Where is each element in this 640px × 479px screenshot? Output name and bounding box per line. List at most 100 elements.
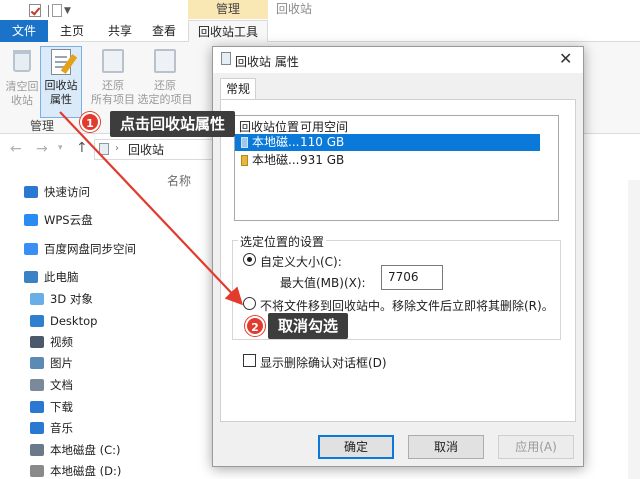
empty-bin-icon — [9, 50, 35, 78]
column-header-free-space[interactable]: 可用空间 — [300, 118, 348, 135]
nav-item-label: 百度网盘同步空间 — [44, 242, 136, 256]
recycle-bin-properties-button[interactable]: 回收站 属性 — [40, 46, 82, 118]
restore-all-button[interactable]: 还原 所有项目 — [86, 46, 140, 107]
desktop-folder-icon — [30, 315, 44, 327]
nav-item[interactable]: 音乐 — [30, 418, 73, 438]
nav-item[interactable]: 百度网盘同步空间 — [24, 239, 136, 259]
delete-immediately-radio[interactable] — [243, 297, 256, 310]
nav-item-label: 下载 — [50, 400, 73, 414]
settings-group-title: 选定位置的设置 — [238, 233, 327, 250]
apply-button[interactable]: 应用(A) — [498, 435, 574, 459]
cancel-button[interactable]: 取消 — [408, 435, 484, 459]
nav-item[interactable]: Desktop — [30, 311, 97, 331]
forward-arrow-icon[interactable]: → — [36, 141, 48, 157]
address-chevron-icon[interactable]: › — [115, 143, 119, 154]
address-recycle-bin-icon — [99, 143, 109, 155]
properties-icon — [48, 49, 78, 77]
confirm-dialog-checkbox[interactable] — [243, 354, 256, 367]
step-2-callout: 取消勾选 — [268, 313, 349, 339]
restore-selected-icon — [152, 49, 178, 77]
nav-item-label: 本地磁盘 (D:) — [50, 464, 122, 478]
quick-access-separator — [48, 5, 49, 17]
delete-immediately-label[interactable]: 不将文件移到回收站中。移除文件后立即将其删除(R)。 — [260, 297, 554, 314]
step-1-callout: 点击回收站属性 — [110, 111, 236, 137]
nav-item[interactable]: 文档 — [30, 375, 73, 395]
nav-item-label: 3D 对象 — [50, 292, 93, 306]
ribbon-group-manage-label: 管理 — [30, 119, 55, 133]
restore-selected-label-1: 还原 — [154, 79, 176, 92]
documents-icon — [30, 379, 44, 391]
step-2-badge: 2 — [245, 316, 265, 336]
computer-icon — [24, 271, 38, 283]
confirm-dialog-label[interactable]: 显示删除确认对话框(D) — [260, 354, 387, 371]
ribbon-tab-strip — [0, 20, 640, 42]
tab-recycle-bin-tools[interactable]: 回收站工具 — [188, 20, 268, 43]
nav-item-label: 文档 — [50, 378, 73, 392]
nav-item[interactable]: 此电脑 — [24, 267, 79, 287]
nav-item[interactable]: 视频 — [30, 332, 73, 352]
restore-selected-label-2: 选定的项目 — [137, 93, 193, 106]
drive-d-icon — [30, 465, 44, 477]
quick-access-dropdown-icon[interactable]: ▼ — [64, 6, 71, 16]
nav-item[interactable]: 3D 对象 — [30, 289, 93, 309]
tab-general[interactable]: 常规 — [220, 78, 256, 100]
nav-item[interactable]: 快速访问 — [24, 182, 90, 202]
dialog-close-icon[interactable]: ✕ — [559, 49, 572, 68]
baidu-sync-icon — [24, 243, 38, 255]
custom-size-label[interactable]: 自定义大小(C): — [260, 253, 342, 270]
quick-access-new-folder-icon[interactable] — [52, 4, 62, 17]
tab-view[interactable]: 查看 — [144, 20, 184, 42]
nav-item[interactable]: 下载 — [30, 397, 73, 417]
video-icon — [30, 336, 44, 348]
tab-home[interactable]: 主页 — [52, 20, 92, 42]
nav-item[interactable]: 本地磁盘 (C:) — [30, 440, 121, 460]
contextual-manage-tab[interactable]: 管理 — [188, 0, 268, 19]
quick-access-properties-icon[interactable] — [29, 4, 41, 17]
recent-locations-chevron-icon[interactable]: ▾ — [58, 143, 63, 153]
properties-label-2: 属性 — [50, 93, 72, 106]
address-path[interactable]: 回收站 — [128, 141, 164, 158]
back-arrow-icon[interactable]: ← — [10, 141, 22, 157]
window-title: 回收站 — [276, 2, 313, 16]
empty-recycle-bin-button[interactable]: 清空回 收站 — [2, 46, 42, 108]
properties-label-1: 回收站 — [44, 79, 78, 92]
restore-selected-button[interactable]: 还原 选定的项目 — [136, 46, 194, 107]
star-icon — [24, 186, 38, 198]
download-icon — [30, 401, 44, 413]
dialog-recycle-bin-icon — [221, 52, 231, 65]
nav-item-label: WPS云盘 — [44, 213, 93, 227]
nav-item-label: 本地磁盘 (C:) — [50, 443, 121, 457]
volume-name: 本地磁... — [252, 153, 300, 167]
volume-row[interactable]: 本地磁... 110 GB — [235, 134, 540, 151]
volume-row[interactable]: 本地磁... 931 GB — [235, 152, 540, 169]
up-arrow-icon[interactable]: ↑ — [76, 140, 88, 156]
nav-item[interactable]: 图片 — [30, 353, 73, 373]
drive-c-icon — [30, 444, 44, 456]
nav-item-label: 此电脑 — [44, 270, 79, 284]
volume-space: 110 GB — [300, 135, 345, 149]
nav-item[interactable]: 本地磁盘 (D:) — [30, 461, 121, 479]
vertical-scrollbar[interactable] — [628, 180, 640, 479]
nav-item-label: 视频 — [50, 335, 73, 349]
volume-name: 本地磁... — [252, 135, 300, 149]
custom-size-radio[interactable] — [243, 253, 256, 266]
nav-item-label: 快速访问 — [44, 185, 90, 199]
empty-label-2: 收站 — [11, 94, 33, 107]
tab-share[interactable]: 共享 — [100, 20, 140, 42]
3d-objects-icon — [30, 293, 44, 305]
empty-label-1: 清空回 — [5, 80, 39, 93]
column-header-location[interactable]: 回收站位置 — [239, 118, 299, 135]
music-icon — [30, 422, 44, 434]
max-size-label: 最大值(MB)(X): — [280, 276, 366, 290]
restore-all-label-2: 所有项目 — [91, 93, 135, 106]
max-size-input[interactable]: 7706 — [381, 265, 443, 290]
nav-item-label: Desktop — [50, 314, 98, 328]
ok-button[interactable]: 确定 — [318, 435, 394, 459]
cloud-icon — [24, 214, 38, 226]
pictures-icon — [30, 357, 44, 369]
drive-icon — [241, 155, 248, 166]
nav-item[interactable]: WPS云盘 — [24, 210, 93, 230]
dialog-title: 回收站 属性 — [235, 55, 299, 69]
tab-file[interactable]: 文件 — [0, 20, 48, 42]
column-header-name[interactable]: 名称 — [167, 172, 191, 189]
